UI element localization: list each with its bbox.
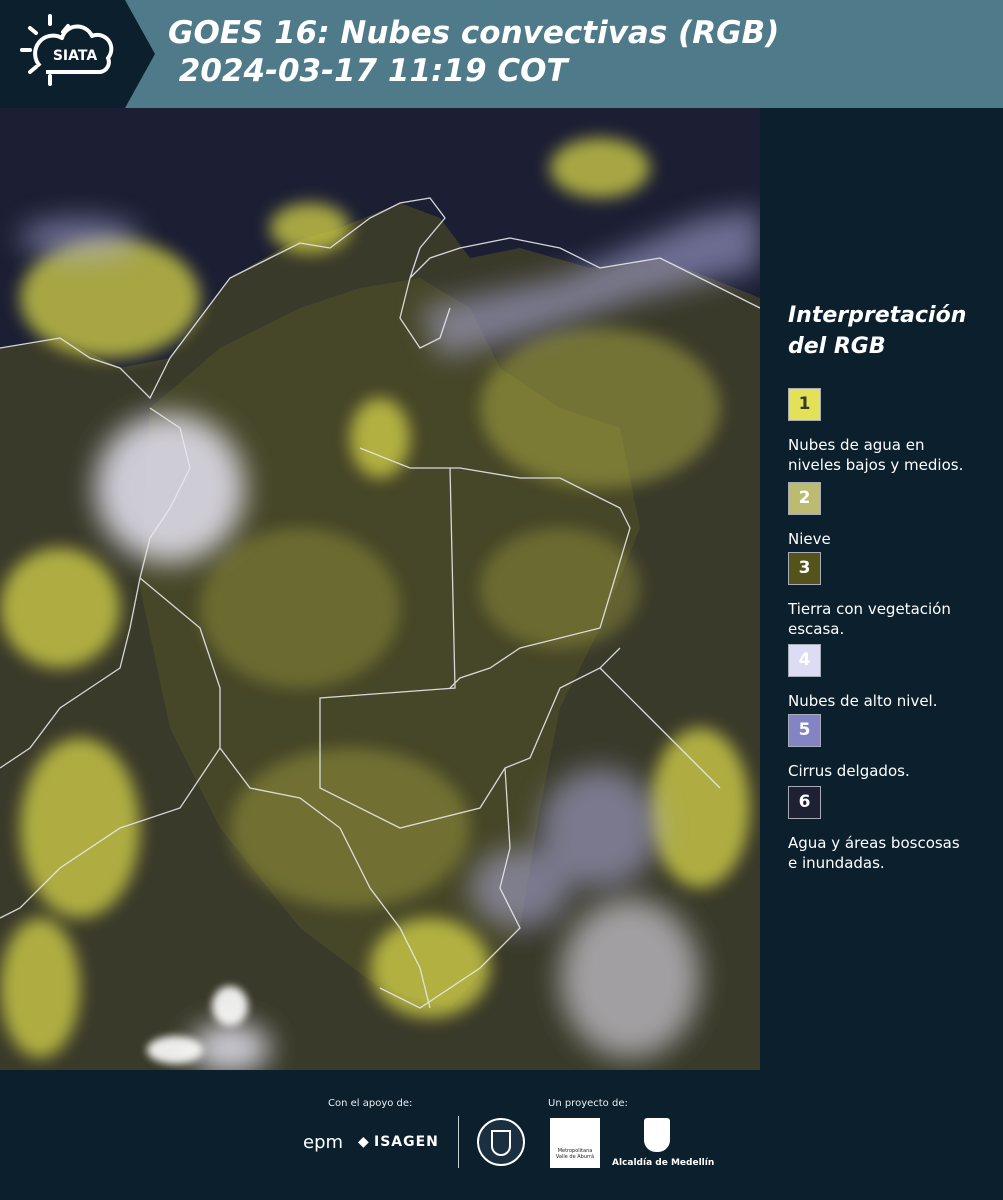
- legend-item: 4 Nubes de alto nivel.: [788, 644, 998, 714]
- isagen-icon: ◆: [358, 1134, 370, 1150]
- isagen-logo-text: ISAGEN: [374, 1134, 439, 1150]
- isagen-logo: ◆ ISAGEN: [358, 1134, 439, 1150]
- legend-swatch: 3: [788, 552, 821, 585]
- legend-label: Nieve: [788, 530, 831, 548]
- legend-item: 5 Cirrus delgados.: [788, 714, 998, 786]
- legend-item: 3 Tierra con vegetación escasa.: [788, 552, 998, 638]
- legend-label: Tierra con vegetación escasa.: [788, 600, 951, 638]
- legend-label: Nubes de agua en niveles bajos y medios.: [788, 436, 964, 474]
- legend-title: Interpretación del RGB: [788, 303, 967, 359]
- siata-logo: SIATA: [0, 0, 155, 108]
- satellite-image: [0, 108, 760, 1070]
- legend-label: Agua y áreas boscosas e inundadas.: [788, 834, 960, 872]
- metropolitana-logo: Metropolitana Valle de Aburrá: [550, 1118, 600, 1168]
- siata-logo-text: SIATA: [53, 48, 98, 64]
- alcaldia-logo-text: Alcaldía de Medellín: [612, 1158, 715, 1168]
- project-label: Un proyecto de:: [548, 1098, 628, 1109]
- page-title: GOES 16: Nubes convectivas (RGB) 2024-03…: [168, 15, 780, 89]
- alcaldia-shield-icon: [644, 1118, 670, 1152]
- footer-divider: [458, 1116, 459, 1168]
- epm-logo: epm: [303, 1132, 344, 1153]
- metropolitana-logo-text: Metropolitana Valle de Aburrá: [555, 1148, 595, 1160]
- legend-item: 2 Nieve: [788, 482, 998, 552]
- header-bar: SIATA GOES 16: Nubes convectivas (RGB) 2…: [0, 0, 1003, 108]
- legend-panel: Interpretación del RGB 1 Nubes de agua e…: [788, 300, 998, 872]
- legend-swatch: 4: [788, 644, 821, 677]
- legend-swatch: 6: [788, 786, 821, 819]
- support-label: Con el apoyo de:: [328, 1098, 413, 1109]
- legend-swatch: 1: [788, 388, 821, 421]
- footer: Con el apoyo de: Un proyecto de: epm ◆ IS…: [0, 1070, 1003, 1200]
- legend-swatch: 5: [788, 714, 821, 747]
- legend-item: 6 Agua y áreas boscosas e inundadas.: [788, 786, 998, 872]
- legend-swatch: 2: [788, 482, 821, 515]
- legend-item: 1 Nubes de agua en niveles bajos y medio…: [788, 388, 998, 474]
- legend-label: Cirrus delgados.: [788, 762, 910, 780]
- legend-label: Nubes de alto nivel.: [788, 692, 938, 710]
- medellin-seal-icon: [477, 1118, 525, 1166]
- alcaldia-logo: Alcaldía de Medellín: [612, 1118, 715, 1168]
